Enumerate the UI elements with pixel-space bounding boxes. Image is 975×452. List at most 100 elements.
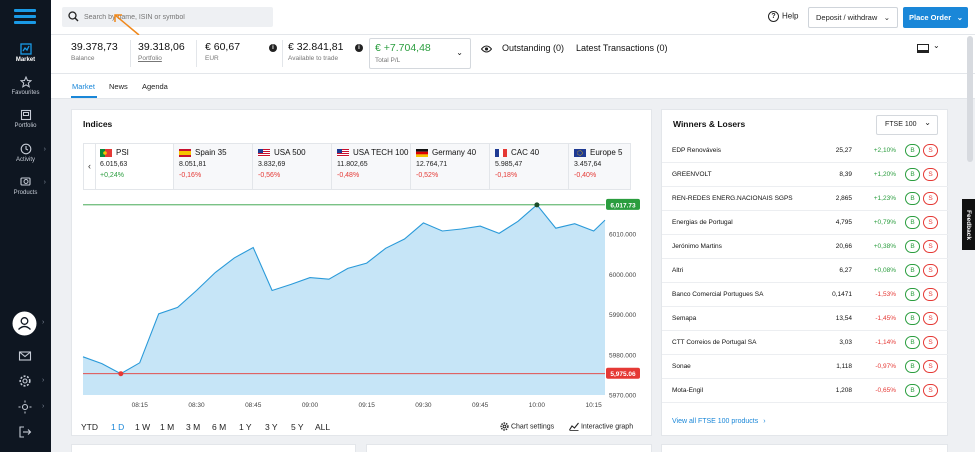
view-all-link[interactable]: View all FTSE 100 products › [672,418,766,425]
portfolio[interactable]: 39.318,06 Portfolio [138,41,185,62]
ticker-usa-tech-100[interactable]: USA TECH 100 11.802,65 -0,48% [333,144,411,189]
tab-news[interactable]: News [109,82,128,91]
y-tick-label: 5970.000 [609,393,636,400]
timeframe-all[interactable]: ALL [315,422,330,432]
nav-favourites[interactable]: Favourites [0,76,51,96]
help-button[interactable]: ? Help [768,11,798,22]
portfolio-link[interactable]: Portfolio [138,55,185,62]
logo[interactable] [14,9,36,25]
nav-products[interactable]: Products › [0,176,51,196]
buy-button[interactable]: B [905,288,920,301]
timeframe-3y[interactable]: 3 Y [265,422,278,432]
deposit-withdraw-dropdown[interactable]: Deposit / withdraw ⌄ [808,7,898,28]
ticker-usa-500[interactable]: USA 500 3.832,69 -0,56% [254,144,332,189]
stock-row[interactable]: Banco Comercial Portugues SA 0,1471 -1,53%… [662,283,948,307]
stock-name[interactable]: Sonae [672,363,691,370]
nav-market[interactable]: Market [0,43,51,63]
stock-row[interactable]: Sonae 1,118 -0,97% B S [662,355,948,379]
bottom-card [661,444,948,452]
total-pl-dropdown[interactable]: € +7.704,48 Total P/L ⌄ [369,38,471,69]
sell-button[interactable]: S [923,360,938,373]
stock-row[interactable]: Semapa 13,54 -1,45% B S [662,307,948,331]
sell-button[interactable]: S [923,312,938,325]
sell-button[interactable]: S [923,144,938,157]
chart-settings-button[interactable]: Chart settings [500,422,554,431]
eye-icon[interactable] [481,45,492,53]
search-box[interactable] [62,7,273,27]
sell-button[interactable]: S [923,216,938,229]
stock-row[interactable]: REN-REDES ENERG.NACIONAIS SGPS 2,865 +1,23… [662,187,948,211]
timeframe-1y[interactable]: 1 Y [239,422,252,432]
stock-name[interactable]: Banco Comercial Portugues SA [672,291,763,298]
interactive-graph-button[interactable]: Interactive graph [569,422,633,431]
gear-icon[interactable] [18,374,32,388]
buy-button[interactable]: B [905,168,920,181]
ticker-europe-5[interactable]: Europe 5 3.457,64 -0,40% [570,144,630,189]
price-chart[interactable]: 5970.000 5980.000 5990.000 6000.000 6010.000… [72,190,653,410]
outstanding-orders-link[interactable]: Outstanding (0) [502,43,564,53]
sell-button[interactable]: S [923,264,938,277]
stock-name[interactable]: Semapa [672,315,696,322]
timeframe-1m[interactable]: 1 M [160,422,174,432]
ticker-psi[interactable]: PSI 6.015,63 +0,24% [96,144,174,189]
sell-button[interactable]: S [923,384,938,397]
info-icon[interactable]: i [269,44,277,52]
search-icon [68,11,79,22]
tab-market[interactable]: Market [72,82,95,91]
sell-button[interactable]: S [923,336,938,349]
ticker-spain-35[interactable]: Spain 35 8.051,81 -0,16% [175,144,253,189]
stock-name[interactable]: Altri [672,267,683,274]
scrollbar[interactable] [967,36,973,162]
sell-button[interactable]: S [923,288,938,301]
buy-button[interactable]: B [905,336,920,349]
timeframe-1w[interactable]: 1 W [135,422,150,432]
place-order-button[interactable]: Place Order ⌄ [903,7,968,28]
latest-transactions-link[interactable]: Latest Transactions (0) [576,43,668,53]
tab-agenda[interactable]: Agenda [142,82,168,91]
timeframe-6m[interactable]: 6 M [212,422,226,432]
buy-button[interactable]: B [905,312,920,325]
stock-row[interactable]: GREENVOLT 8,39 +1,20% B S [662,163,948,187]
stock-name[interactable]: Mota-Engil [672,387,703,394]
sell-button[interactable]: S [923,168,938,181]
stock-name[interactable]: Jerónimo Martins [672,243,722,250]
sell-button[interactable]: S [923,240,938,253]
timeframe-1d[interactable]: 1 D [111,422,124,432]
stock-name[interactable]: CTT Correios de Portugal SA [672,339,756,346]
index-filter-dropdown[interactable]: FTSE 100 ⌄ [876,115,938,135]
logout-icon[interactable] [18,425,32,439]
sell-button[interactable]: S [923,192,938,205]
stock-name[interactable]: Energias de Portugal [672,219,733,226]
stock-row[interactable]: Mota-Engil 1,208 -0,65% B S [662,379,948,403]
sun-icon[interactable] [18,400,32,414]
buy-button[interactable]: B [905,240,920,253]
buy-button[interactable]: B [905,192,920,205]
timeframe-3m[interactable]: 3 M [186,422,200,432]
stock-row[interactable]: CTT Correios de Portugal SA 3,03 -1,14% B S [662,331,948,355]
stock-row[interactable]: Jerónimo Martins 20,66 +0,38% B S [662,235,948,259]
ticker-germany-40[interactable]: Germany 40 12.764,71 -0,52% [412,144,490,189]
info-icon[interactable]: i [355,44,363,52]
buy-button[interactable]: B [905,144,920,157]
buy-button[interactable]: B [905,360,920,373]
stock-row[interactable]: Energias de Portugal 4,795 +0,79% B S [662,211,948,235]
stock-name[interactable]: GREENVOLT [672,171,712,178]
buy-button[interactable]: B [905,384,920,397]
nav-portfolio[interactable]: Portfolio [0,109,51,129]
stock-name[interactable]: EDP Renováveis [672,147,721,154]
ticker-cac-40[interactable]: CAC 40 5.985,47 -0,18% [491,144,569,189]
timeframe-ytd[interactable]: YTD [81,422,98,432]
buy-button[interactable]: B [905,216,920,229]
layout-toggle[interactable]: ⌄ [917,41,940,56]
scroll-left-button[interactable]: ‹ [84,144,96,189]
ticker-price: 6.015,63 [100,161,128,168]
nav-activity[interactable]: Activity › [0,143,51,163]
timeframe-5y[interactable]: 5 Y [291,422,304,432]
stock-name[interactable]: REN-REDES ENERG.NACIONAIS SGPS [672,195,793,202]
buy-button[interactable]: B [905,264,920,277]
user-avatar-icon[interactable] [12,311,37,336]
feedback-tab[interactable]: Feedback [962,199,975,250]
stock-row[interactable]: Altri 6,27 +0,08% B S [662,259,948,283]
stock-row[interactable]: EDP Renováveis 25,27 +2,10% B S [662,139,948,163]
mail-icon[interactable] [18,349,32,363]
